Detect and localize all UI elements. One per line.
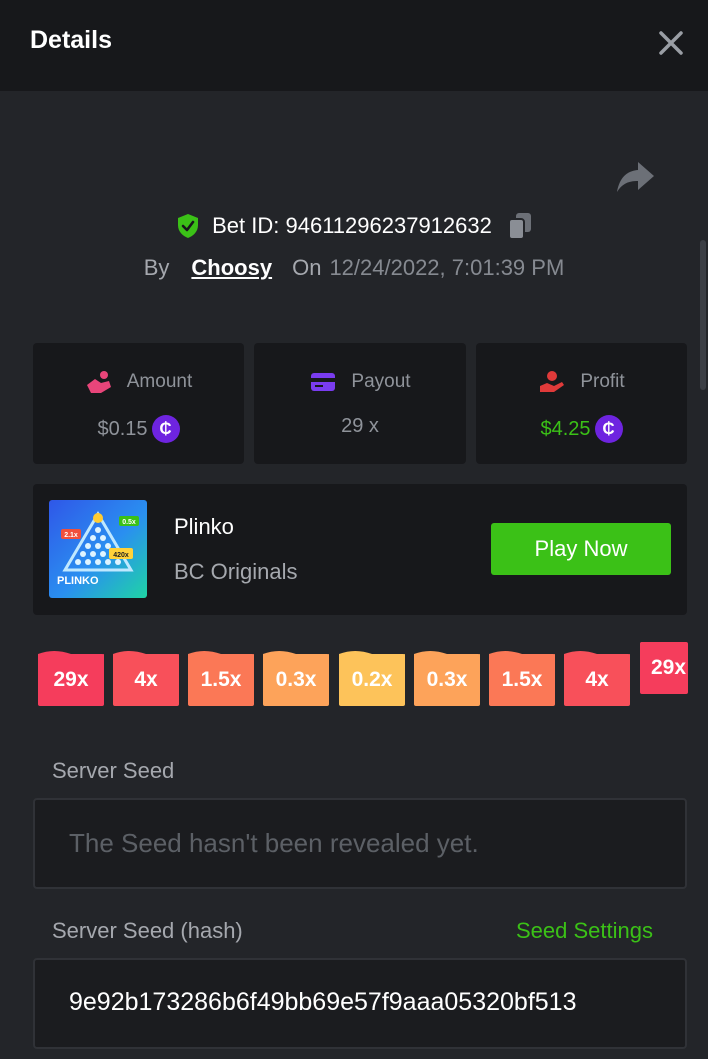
thumb-tag-2: 0.5x: [122, 519, 136, 526]
amount-label: Amount: [126, 371, 193, 392]
share-button[interactable]: [614, 158, 656, 196]
username-link[interactable]: Choosy: [191, 255, 272, 281]
multiplier-chip: 4x: [564, 654, 630, 706]
thumb-tag-3: 420x: [113, 552, 129, 559]
payout-label: Payout: [351, 371, 411, 392]
plinko-logo-icon: 2.1x 0.5x 420x PLINKO: [57, 511, 139, 587]
bet-date: 12/24/2022, 7:01:39 PM: [329, 255, 565, 280]
profit-icon: [540, 371, 565, 392]
multiplier-chip: 1.5x: [188, 654, 254, 706]
payout-value: 29 x: [341, 415, 379, 437]
payout-icon: [311, 373, 336, 391]
seed-settings-link[interactable]: Seed Settings: [516, 918, 653, 944]
amount-icon: [86, 371, 111, 393]
page-title: Details: [30, 26, 112, 54]
game-provider: BC Originals: [174, 559, 298, 584]
multiplier-chip: 4x: [113, 654, 179, 706]
thumb-tag-1: 2.1x: [64, 532, 78, 539]
amount-value: $0.15: [97, 417, 148, 440]
server-seed-hash-value: 9e92b173286b6f49bb69e57f9aaa05320bf513: [69, 988, 577, 1016]
coin-icon: ₵: [594, 415, 623, 443]
details-header: Details: [0, 0, 708, 91]
multiplier-chip: 0.2x: [339, 654, 405, 706]
amount-card: Amount $0.15 ₵: [33, 343, 244, 464]
multiplier-chip: 29x: [38, 654, 104, 706]
server-seed-field[interactable]: The Seed hasn't been revealed yet.: [33, 798, 687, 889]
shield-check-icon: [178, 214, 199, 238]
bet-author-row: By Choosy On 12/24/2022, 7:01:39 PM: [0, 250, 708, 286]
by-label: By: [143, 255, 170, 280]
game-thumbnail[interactable]: 2.1x 0.5x 420x PLINKO: [49, 500, 147, 598]
share-icon: [617, 162, 654, 192]
profit-label: Profit: [580, 371, 625, 392]
game-card: 2.1x 0.5x 420x PLINKO Plinko BC Original…: [33, 484, 687, 615]
coin-icon: ₵: [151, 415, 180, 443]
server-seed-hash-field[interactable]: 9e92b173286b6f49bb69e57f9aaa05320bf513: [33, 958, 687, 1049]
bet-id-row: Bet ID: 94611296237912632: [0, 206, 708, 246]
multiplier-chip: 0.3x: [414, 654, 480, 706]
server-seed-hash-label: Server Seed (hash): [52, 918, 243, 943]
bet-id: Bet ID: 94611296237912632: [212, 213, 492, 238]
copy-icon[interactable]: [507, 212, 532, 240]
server-seed-label: Server Seed: [52, 758, 175, 783]
close-icon: [659, 31, 683, 55]
multiplier-chip: 0.3x: [263, 654, 329, 706]
play-now-button[interactable]: Play Now: [491, 523, 671, 575]
profit-value: $4.25: [540, 417, 591, 440]
payout-card: Payout 29 x: [254, 343, 466, 464]
server-seed-placeholder: The Seed hasn't been revealed yet.: [69, 828, 479, 858]
on-label: On: [292, 255, 322, 280]
game-name: Plinko: [174, 514, 234, 539]
multiplier-chip: 1.5x: [489, 654, 555, 706]
close-button[interactable]: [652, 24, 690, 62]
thumb-title: PLINKO: [57, 575, 99, 587]
multiplier-chip: 29x: [640, 642, 688, 694]
profit-card: Profit $4.25 ₵: [476, 343, 687, 464]
